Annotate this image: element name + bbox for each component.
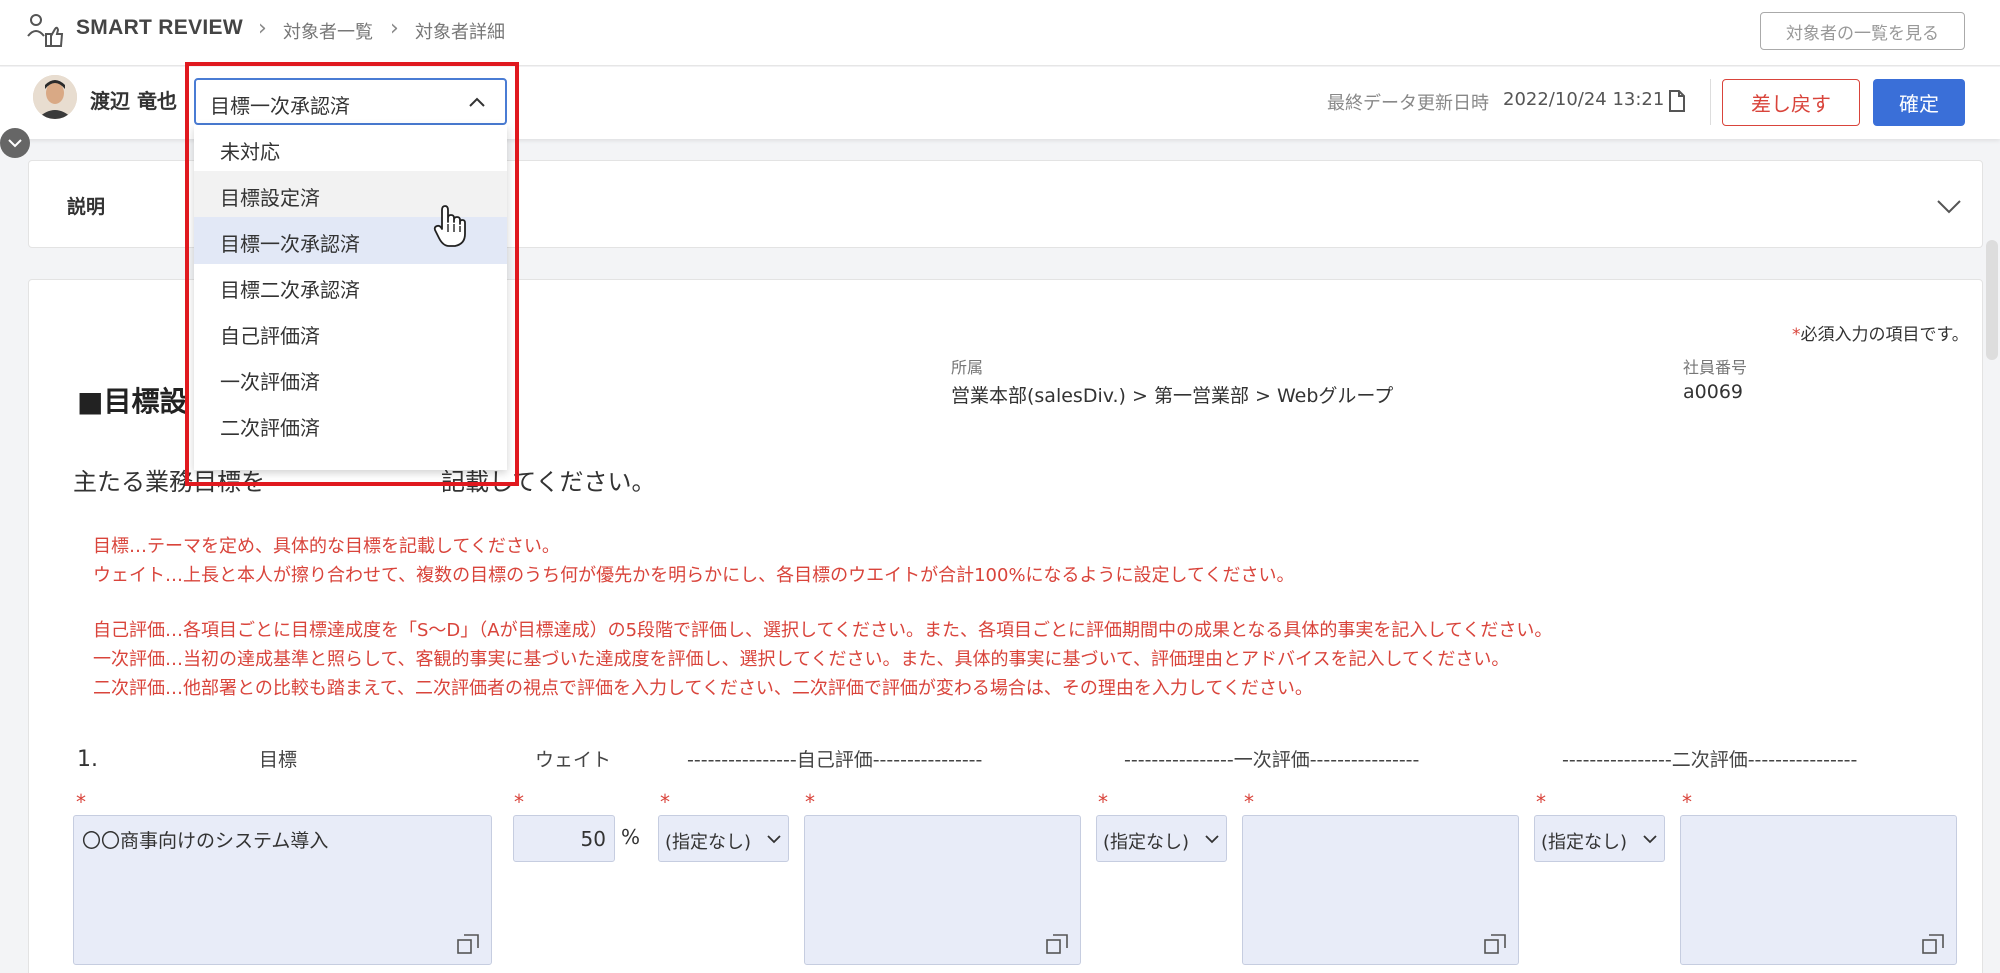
- weight-unit: %: [621, 825, 641, 849]
- column-weight: ウェイト: [535, 749, 612, 771]
- explanation-title: 説明: [67, 196, 106, 218]
- review-logo-icon: [27, 14, 64, 47]
- column-goal: 目標: [259, 749, 298, 771]
- collapse-toggle-button[interactable]: [0, 128, 30, 158]
- breadcrumb-separator-icon: ›: [258, 16, 267, 41]
- breadcrumb-subject-list[interactable]: 対象者一覧: [283, 18, 373, 44]
- send-back-button[interactable]: 差し戻す: [1722, 79, 1860, 126]
- chevron-down-icon: [1643, 835, 1657, 844]
- second-eval-textarea[interactable]: [1680, 815, 1957, 965]
- brand-name: SMART REVIEW: [76, 16, 243, 39]
- chevron-down-icon: [8, 139, 22, 148]
- required-mark: *: [660, 790, 670, 814]
- subject-name: 渡辺 竜也: [90, 89, 177, 113]
- column-self-eval: ----------------自己評価----------------: [687, 749, 983, 771]
- first-eval-grade-select[interactable]: (指定なし): [1096, 815, 1227, 862]
- last-update-label: 最終データ更新日時: [1327, 93, 1489, 114]
- document-icon[interactable]: [1667, 89, 1687, 113]
- annotation-highlight-box: [185, 62, 519, 486]
- chevron-down-icon[interactable]: [1934, 191, 1964, 221]
- employee-id-label: 社員番号: [1683, 358, 1748, 377]
- chevron-down-icon: [1205, 835, 1219, 844]
- top-header: SMART REVIEW › 対象者一覧 › 対象者詳細 対象者の一覧を見る: [0, 0, 2000, 66]
- chevron-down-icon: [767, 835, 781, 844]
- first-eval-textarea[interactable]: [1242, 815, 1519, 965]
- required-mark: *: [1098, 790, 1108, 814]
- instruction-first-eval: 一次評価…当初の達成基準と照らして、客観的事実に基づいた達成度を評価し、選択して…: [93, 649, 1510, 670]
- instruction-goal: 目標…テーマを定め、具体的な目標を記載してください。: [93, 536, 560, 557]
- required-mark: *: [805, 790, 815, 814]
- instruction-self-eval: 自己評価…各項目ごとに目標達成度を「S～D」（Aが目標達成）の5段階で評価し、選…: [93, 620, 1553, 641]
- breadcrumb-subject-detail: 対象者詳細: [415, 22, 505, 43]
- required-mark: *: [1536, 790, 1546, 814]
- required-mark: *: [1244, 790, 1254, 814]
- view-subject-list-button[interactable]: 対象者の一覧を見る: [1760, 12, 1965, 50]
- weight-input[interactable]: 50: [513, 815, 615, 862]
- expand-icon[interactable]: [457, 934, 479, 954]
- weight-value: 50: [580, 827, 606, 851]
- expand-icon[interactable]: [1046, 934, 1068, 954]
- hand-pointer-icon: [433, 205, 466, 247]
- goal-text: 〇〇商事向けのシステム導入: [82, 830, 329, 852]
- required-note: *必須入力の項目です。: [1792, 325, 1969, 345]
- required-mark: *: [1682, 790, 1692, 814]
- expand-icon[interactable]: [1484, 934, 1506, 954]
- row-number: 1.: [77, 747, 98, 772]
- department-label: 所属: [951, 358, 984, 377]
- confirm-button[interactable]: 確定: [1873, 79, 1965, 126]
- section-title: ■目標設: [77, 385, 188, 418]
- column-first-eval: ----------------一次評価----------------: [1124, 749, 1420, 771]
- toolbar-divider: [1710, 79, 1711, 125]
- instruction-second-eval: 二次評価…他部署との比較も踏まえて、二次評価者の視点で評価を入力してください、二…: [93, 678, 1313, 699]
- second-eval-grade-select[interactable]: (指定なし): [1534, 815, 1665, 862]
- instructions: 目標…テーマを定め、具体的な目標を記載してください。 ウェイト…上長と本人が擦り…: [93, 532, 1552, 703]
- required-mark: *: [514, 790, 524, 814]
- avatar: [33, 75, 77, 119]
- goal-textarea[interactable]: 〇〇商事向けのシステム導入: [73, 815, 492, 965]
- employee-id-value: a0069: [1683, 381, 1743, 403]
- self-eval-grade-select[interactable]: (指定なし): [658, 815, 789, 862]
- column-second-eval: ----------------二次評価----------------: [1562, 749, 1858, 771]
- page-scrollbar[interactable]: [1986, 240, 1998, 360]
- department-value: 営業本部(salesDiv.) > 第一営業部 > Webグループ: [951, 385, 1394, 407]
- required-mark: *: [76, 790, 86, 814]
- instruction-weight: ウェイト…上長と本人が擦り合わせて、複数の目標のうち何が優先かを明らかにし、各目…: [93, 565, 1295, 586]
- breadcrumb-separator-icon: ›: [390, 16, 399, 41]
- expand-icon[interactable]: [1922, 934, 1944, 954]
- last-update-value: 2022/10/24 13:21: [1503, 89, 1665, 110]
- self-eval-textarea[interactable]: [804, 815, 1081, 965]
